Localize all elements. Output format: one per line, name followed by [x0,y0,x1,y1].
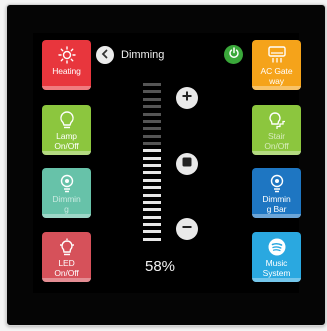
dimmer-segment [143,215,161,219]
tile-label: Dimmin g [52,194,81,214]
tile-dimming-bar[interactable]: Dimmin g Bar [252,168,301,218]
power-icon [228,46,240,64]
ac-icon [266,45,288,65]
dimmer-segment [143,127,161,131]
dimming-bulb-icon [56,173,78,193]
tile-dimming[interactable]: Dimmin g [42,168,91,218]
tile-music[interactable]: Music System [252,232,301,282]
dimmer-segment [143,90,161,94]
dimmer-segment [143,141,161,145]
dimmer-segment [143,193,161,197]
tile-lamp[interactable]: Lamp On/Off [42,105,91,155]
dimmer-segment [143,178,161,182]
dimmer-segment [143,164,161,167]
dimmer-level-readout: 58% [145,258,176,275]
tile-heating[interactable]: Heating [42,40,91,90]
dimmer-segment [143,119,161,123]
tile-label: Stair On/Off [264,131,289,151]
dimmer-segment [143,237,161,241]
dimmer-segment [143,105,161,109]
tile-label: Music System [262,258,291,278]
music-icon [266,237,288,257]
dimmer-segment [143,156,161,160]
dimmer-segment [143,230,161,234]
tile-label: Dimmin g Bar [262,194,291,214]
dimmer-segment [143,171,161,175]
tile-stair[interactable]: Stair On/Off [252,105,301,155]
minus-icon [181,220,193,238]
tile-label: LED On/Off [54,258,79,278]
touch-screen: Heating Lamp On/Off Dimmin g LED On/Off … [33,33,301,293]
page-title: Dimming [121,49,165,61]
dimmer-level-bar[interactable] [143,83,161,245]
dimming-bar-icon [266,173,288,193]
sun-icon [56,45,78,65]
stop-button[interactable] [176,153,198,175]
plus-icon [181,89,193,107]
bulb-icon [56,110,78,130]
dimmer-segment [143,222,161,226]
tile-label: Lamp On/Off [54,131,79,151]
decrease-button[interactable] [176,218,198,240]
power-button[interactable] [224,45,243,64]
stair-light-icon [266,110,288,130]
dimmer-segment [143,186,161,190]
back-button[interactable] [96,46,114,64]
tile-led[interactable]: LED On/Off [42,232,91,282]
led-icon [56,237,78,257]
dimmer-segment [143,83,161,86]
increase-button[interactable] [176,87,198,109]
dimmer-segment [143,208,161,212]
dimmer-segment [143,149,161,153]
dimmer-segment [143,134,161,138]
dimmer-segment [143,97,161,101]
chevron-left-icon [100,46,110,64]
dimmer-segment [143,112,161,116]
tile-ac-gateway[interactable]: AC Gate way [252,40,301,90]
dimmer-segment [143,200,161,204]
tile-label: AC Gate way [260,66,293,86]
tile-label: Heating [52,66,81,76]
stop-icon [181,155,193,173]
